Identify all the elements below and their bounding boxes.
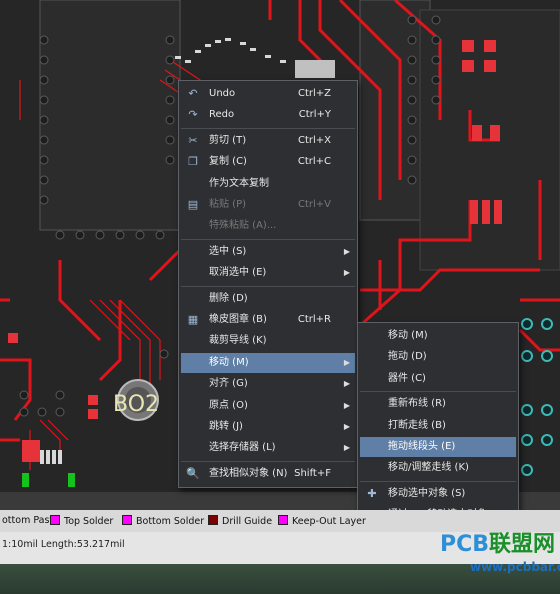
menu-item-label: 复制 (C) [209, 156, 247, 168]
menu-item-label: 选中 (S) [209, 245, 247, 257]
cut-track-item[interactable]: 裁剪导线 (K) [181, 331, 355, 351]
layer-color-swatch [278, 515, 288, 525]
menu-item-label: 橡皮图章 (B) [209, 314, 267, 325]
menu-item-shortcut: Ctrl+X [297, 134, 331, 146]
menu-item-label: 原点 (O) [209, 399, 248, 411]
submenu-arrow-icon: ▶ [343, 268, 350, 278]
watermark-url: www.pcbbar.com [470, 560, 560, 574]
menu-item-label: 移动 (M) [209, 356, 249, 368]
menu-separator [360, 480, 516, 482]
menu-item-label: 删除 (D) [209, 292, 248, 304]
menu-item-shortcut: Ctrl+C [297, 156, 331, 168]
menu-item-label: 取消选中 (E) [209, 267, 267, 279]
rubber-stamp-item[interactable]: ▦ 橡皮图章 (B) Ctrl+R [181, 310, 355, 330]
layer-tab-top-solder[interactable]: Top Solder [50, 515, 113, 527]
paste-item[interactable]: ▤ 粘贴 (P) Ctrl+V [181, 195, 355, 215]
layer-color-swatch [208, 515, 218, 525]
copy-icon: ❐ [188, 155, 198, 169]
move-selection-sub-icon: ✚ [367, 486, 377, 500]
submenu-arrow-icon: ▶ [343, 443, 350, 453]
menu-item-label: 跳转 (J) [209, 421, 243, 432]
layer-tab-label: Bottom Solder [136, 516, 205, 527]
watermark-brand: PCB联盟网 [440, 532, 556, 557]
find-similar-item[interactable]: 🔍 查找相似对象 (N) Shift+F [181, 464, 355, 484]
menu-item-label: 对齐 (G) [209, 378, 248, 390]
jump-item[interactable]: 跳转 (J) ▶ [181, 417, 355, 437]
status-text: 1:10mil Length:53.217mil [2, 539, 125, 550]
layer-color-swatch [122, 515, 132, 525]
layer-tab-label: Drill Guide [222, 516, 273, 527]
select-item[interactable]: 选中 (S) ▶ [181, 242, 355, 262]
menu-item-label: 粘贴 (P) [209, 199, 247, 210]
move-selection-sub-item[interactable]: ✚ 移动选中对象 (S) [360, 484, 516, 504]
menu-separator [181, 285, 355, 287]
redo-icon: ↷ [188, 108, 198, 122]
move-resize-tracks-sub-item[interactable]: 移动/调整走线 (K) [360, 458, 516, 478]
menu-item-label: 打断走线 (B) [388, 419, 446, 431]
menu-item-label: 移动 (M) [388, 330, 428, 341]
watermark: PCB联盟网 www.pcbbar.com [410, 520, 560, 586]
redo-item[interactable]: ↷ Redo Ctrl+Y [181, 105, 355, 125]
menu-item-shortcut: Ctrl+Y [298, 109, 331, 121]
drag-sub-item[interactable]: 拖动 (D) [360, 347, 516, 367]
menu-item-label: Undo [209, 88, 236, 99]
reroute-sub-item[interactable]: 重新布线 (R) [360, 394, 516, 414]
menu-item-shortcut: Ctrl+R [297, 314, 331, 325]
menu-item-label: Redo [209, 109, 235, 121]
rubber-stamp-icon: ▦ [187, 313, 199, 326]
menu-separator [360, 391, 516, 393]
layer-tab-label: Top Solder [64, 516, 114, 527]
submenu-arrow-icon: ▶ [343, 422, 350, 431]
find-similar-icon: 🔍 [186, 466, 200, 480]
align-item[interactable]: 对齐 (G) ▶ [181, 374, 355, 394]
layer-color-swatch [50, 515, 60, 525]
layer-tab-bottom-solder[interactable]: Bottom Solder [122, 515, 204, 527]
menu-item-shortcut: Ctrl+V [297, 199, 331, 210]
menu-item-label: 剪切 (T) [209, 134, 247, 146]
deselect-item[interactable]: 取消选中 (E) ▶ [181, 263, 355, 283]
menu-item-label: 查找相似对象 (N) [209, 467, 288, 479]
menu-item-label: 器件 (C) [388, 372, 426, 384]
break-track-sub-item[interactable]: 打断走线 (B) [360, 416, 516, 436]
paste-special-item[interactable]: 特殊粘贴 (A)... [181, 216, 355, 236]
menu-item-label: 选择存储器 (L) [209, 442, 276, 454]
layer-tab-drill-guide[interactable]: Drill Guide [208, 515, 272, 527]
menu-item-label: 拖动线段头 (E) [388, 441, 456, 452]
submenu-arrow-icon: ▶ [343, 379, 350, 389]
menu-item-label: 重新布线 (R) [388, 398, 446, 410]
submenu-arrow-icon: ▶ [343, 357, 350, 367]
menu-item-label: 裁剪导线 (K) [209, 335, 267, 347]
layer-tab-keep-out[interactable]: Keep-Out Layer [278, 515, 366, 527]
drag-track-end-sub-item[interactable]: 拖动线段头 (E) [360, 437, 516, 457]
menu-item-label: 拖动 (D) [388, 351, 427, 363]
menu-separator [181, 238, 355, 240]
menu-item-shortcut: Ctrl+Z [297, 88, 331, 99]
move-item[interactable]: 移动 (M) ▶ [181, 352, 355, 373]
component-designator: BO2 [113, 392, 159, 417]
menu-separator [181, 127, 355, 129]
delete-item[interactable]: 删除 (D) [181, 289, 355, 309]
submenu-arrow-icon: ▶ [343, 246, 350, 256]
cut-icon: ✂ [188, 133, 198, 147]
origin-item[interactable]: 原点 (O) ▶ [181, 396, 355, 416]
submenu-arrow-icon: ▶ [343, 400, 350, 410]
component-sub-item[interactable]: 器件 (C) [360, 369, 516, 389]
select-memory-item[interactable]: 选择存储器 (L) ▶ [181, 438, 355, 458]
menu-item-label: 作为文本复制 [209, 177, 269, 189]
menu-separator [181, 460, 355, 462]
move-sub-item[interactable]: 移动 (M) [360, 326, 516, 346]
menu-item-label: 移动/调整走线 (K) [388, 462, 469, 474]
layer-tab-label: Keep-Out Layer [292, 516, 366, 527]
undo-icon: ↶ [188, 87, 198, 100]
context-menu: ↶ Undo Ctrl+Z ↷ Redo Ctrl+Y ✂ 剪切 (T) Ctrl+X ❐ 复制 (… [178, 80, 358, 488]
cut-item[interactable]: ✂ 剪切 (T) Ctrl+X [181, 131, 355, 151]
paste-icon: ▤ [187, 198, 199, 211]
copy-item[interactable]: ❐ 复制 (C) Ctrl+C [181, 152, 355, 172]
copy-as-text-item[interactable]: 作为文本复制 [181, 174, 355, 194]
menu-item-shortcut: Shift+F [294, 467, 331, 479]
undo-item[interactable]: ↶ Undo Ctrl+Z [181, 84, 355, 104]
menu-item-label: 特殊粘贴 (A)... [209, 220, 277, 232]
menu-item-label: 移动选中对象 (S) [388, 487, 466, 499]
